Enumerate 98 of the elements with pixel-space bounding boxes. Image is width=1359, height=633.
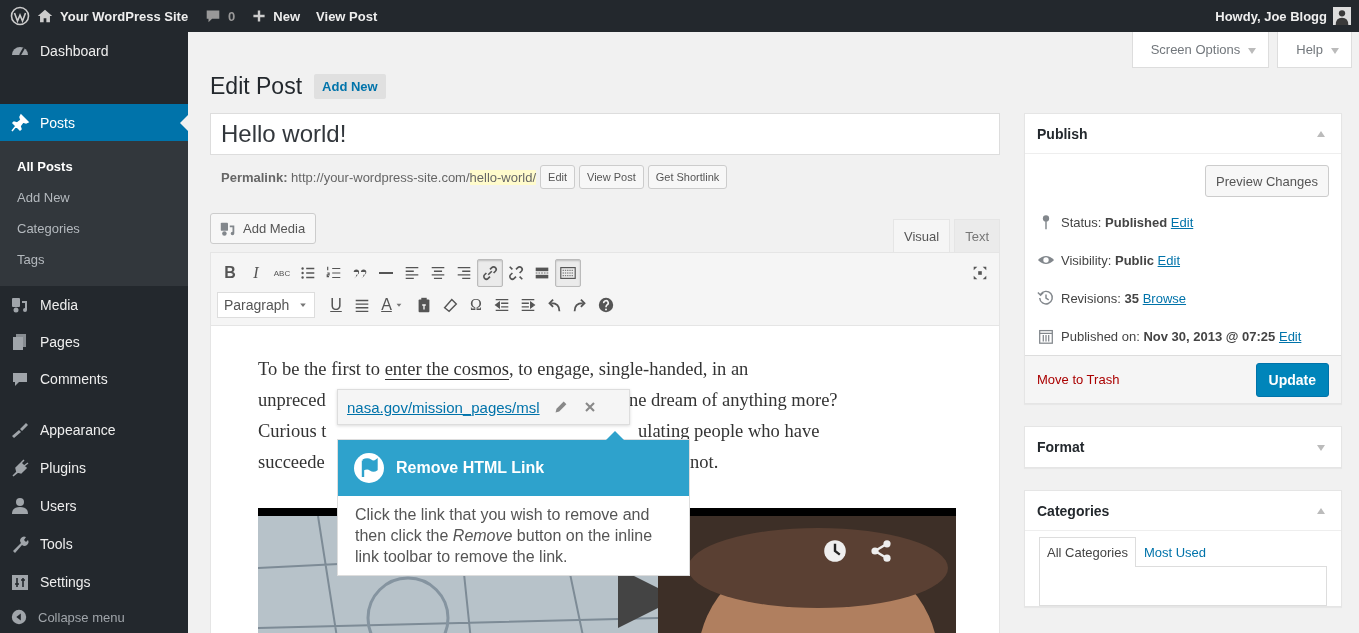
link-icon xyxy=(481,264,499,282)
flag-icon xyxy=(354,453,384,483)
paragraph-line: To be the first to enter the cosmos, to engage, single-handed, in an xyxy=(258,358,750,382)
collapse-icon xyxy=(10,608,28,626)
clock-icon xyxy=(823,539,847,563)
permalink-button[interactable]: View Post xyxy=(579,165,644,189)
pushpin-icon xyxy=(10,112,30,133)
site-name-link[interactable]: Your WordPress Site xyxy=(36,7,189,25)
submenu-item[interactable]: Categories xyxy=(0,213,188,244)
add-new-button[interactable]: Add New xyxy=(314,74,386,99)
add-media-button[interactable]: Add Media xyxy=(210,213,317,244)
menu-item[interactable]: Appearance xyxy=(0,411,188,449)
panel-title: Publish xyxy=(1037,125,1088,142)
home-icon xyxy=(36,7,54,25)
menu-item[interactable]: Tools xyxy=(0,525,188,563)
publish-status-text: Status: Published Edit xyxy=(1061,214,1194,232)
keyboard-button[interactable] xyxy=(555,259,581,287)
horizontal-rule-icon xyxy=(378,272,394,274)
link-url[interactable]: nasa.gov/mission_pages/msl xyxy=(347,398,540,416)
bulleted-list-icon xyxy=(299,264,317,282)
permalink-button[interactable]: Edit xyxy=(540,165,575,189)
indent-icon xyxy=(519,296,537,314)
tooltip-text: Click the link that you wish to remove and then click the Remove button on the inline link toolbar to remove the link. xyxy=(354,505,654,567)
align-left-icon xyxy=(403,264,421,282)
menu-item[interactable]: Media xyxy=(0,286,188,323)
eraser-icon xyxy=(441,296,459,314)
title-field[interactable]: Hello world! xyxy=(210,113,1000,155)
avatar-icon xyxy=(1333,7,1351,25)
move-to-trash-link[interactable]: Move to Trash xyxy=(1037,372,1120,387)
expand-icon xyxy=(971,264,989,282)
edit-link[interactable]: Edit xyxy=(1157,253,1180,268)
account-menu[interactable]: Howdy, Joe Blogg xyxy=(1215,7,1351,25)
broken-link-icon xyxy=(507,264,525,282)
collapse-menu-button[interactable]: Collapse menu xyxy=(0,601,188,633)
brush-icon xyxy=(10,420,30,440)
text-link[interactable]: enter the cosmos xyxy=(384,359,509,380)
submenu-item[interactable]: All Posts xyxy=(0,151,188,182)
paragraph-text: not. xyxy=(690,451,720,474)
preview-changes-button[interactable]: Preview Changes xyxy=(1205,165,1329,197)
caret-icon xyxy=(1331,47,1339,54)
publish-status-text: Revisions: 35 Browse xyxy=(1061,290,1187,308)
menu-item[interactable]: Dashboard xyxy=(0,32,188,69)
editor-tab[interactable]: Visual xyxy=(892,219,951,252)
update-button[interactable]: Update xyxy=(1255,362,1329,397)
menu-item[interactable]: Plugins xyxy=(0,449,188,487)
paragraph-text: Curious t xyxy=(258,421,327,441)
bold-button[interactable]: B xyxy=(217,259,243,287)
strikethrough-button[interactable]: ABC xyxy=(269,259,295,287)
permalink-button[interactable]: Get Shortlink xyxy=(647,165,728,189)
editor-tab[interactable]: Text xyxy=(954,219,1000,252)
edit-link[interactable]: Edit xyxy=(1170,215,1194,230)
caret-icon xyxy=(1248,47,1257,54)
publish-status-text: Published on: Nov 30, 2013 @ 07:25 Edit xyxy=(1061,328,1302,346)
outdent-icon xyxy=(493,296,511,314)
category-tab[interactable]: All Categories xyxy=(1039,537,1136,567)
share-icon xyxy=(869,539,893,563)
menu-item[interactable]: Settings xyxy=(0,563,188,601)
panel-title: Format xyxy=(1037,439,1085,455)
underline-button[interactable]: U xyxy=(323,291,349,319)
paragraph-text: ulating people who have xyxy=(638,420,821,443)
screen-options-button[interactable]: Screen Options xyxy=(1131,32,1270,68)
question-icon xyxy=(597,296,615,314)
help-button[interactable]: Help xyxy=(1277,32,1352,68)
text-color-button[interactable]: A xyxy=(375,291,411,319)
omega-button[interactable]: Ω xyxy=(463,291,489,319)
panel-title: Categories xyxy=(1037,502,1110,519)
tooltip-title: Remove HTML Link xyxy=(396,459,545,477)
page-title: Edit Post xyxy=(210,73,303,100)
wordpress-logo-icon xyxy=(10,6,30,26)
calendar-icon xyxy=(1037,327,1055,345)
submenu-item[interactable]: Tags xyxy=(0,244,188,275)
align-right-icon xyxy=(455,264,473,282)
menu-item[interactable]: Pages xyxy=(0,323,188,360)
history-icon xyxy=(1037,289,1055,307)
permalink-text: Permalink: http://your-wordpress-site.com/hello-world/ xyxy=(221,169,537,185)
paragraph-text: unpreced xyxy=(258,390,326,410)
person-icon xyxy=(10,496,30,516)
edit-link[interactable]: Browse xyxy=(1142,291,1187,306)
format-dropdown[interactable]: Paragraph xyxy=(217,292,315,318)
category-tab[interactable]: Most Used xyxy=(1135,537,1215,567)
plug-icon xyxy=(10,458,30,478)
new-link[interactable]: New xyxy=(251,8,301,24)
publish-status-text: Visibility: Public Edit xyxy=(1061,252,1180,270)
sliders-icon xyxy=(10,572,30,592)
comments-link[interactable]: 0 xyxy=(204,7,236,25)
align-center-icon xyxy=(429,264,447,282)
paragraph-text: succeede xyxy=(258,452,325,472)
menu-item[interactable]: Posts xyxy=(0,104,188,141)
plus-icon xyxy=(251,8,268,24)
link-button[interactable] xyxy=(477,259,503,287)
keyboard-icon xyxy=(559,264,577,282)
view-post-link[interactable]: View Post xyxy=(316,8,378,24)
menu-item[interactable]: Comments xyxy=(0,360,188,397)
submenu-item[interactable]: Add New xyxy=(0,182,188,213)
paragraph-text: ne dream of anything more? xyxy=(629,389,839,412)
edit-link[interactable]: Edit xyxy=(1278,329,1302,344)
menu-item[interactable]: Users xyxy=(0,487,188,525)
italic-button[interactable]: I xyxy=(243,259,269,287)
